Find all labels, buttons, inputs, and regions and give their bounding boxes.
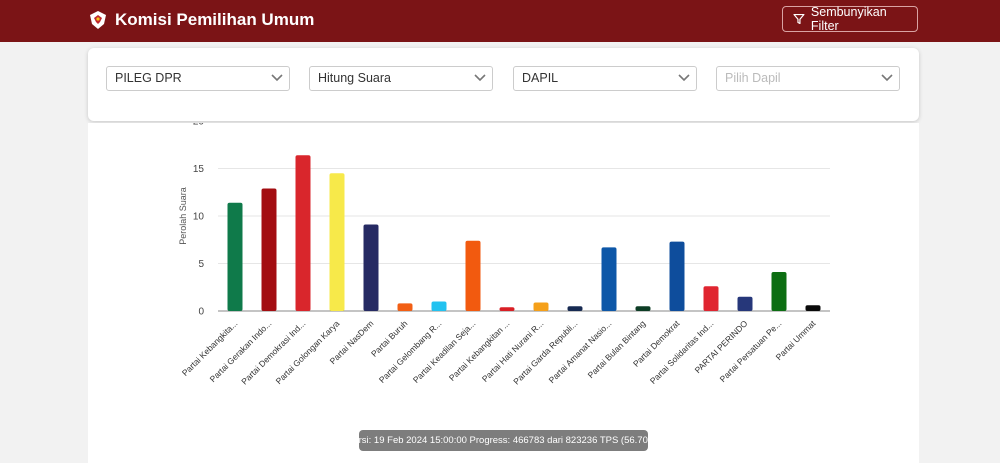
region-level-value: DAPIL [522, 71, 559, 85]
y-tick-label: 0 [198, 307, 204, 318]
bar-5 [363, 224, 379, 311]
bar-9 [499, 307, 515, 311]
x-tick-label: Partai Kebangkita... [180, 318, 240, 378]
hide-filter-button[interactable]: Sembunyikan Filter [782, 5, 918, 33]
bar-16 [737, 296, 753, 311]
hide-filter-label: Sembunyikan Filter [810, 5, 887, 33]
dapil-select[interactable]: Pilih Dapil [716, 66, 900, 91]
bar-11 [567, 306, 583, 311]
y-tick-label: 10 [193, 212, 205, 223]
x-tick-label: Partai Golongan Karya [274, 318, 342, 386]
x-tick-label: Partai Solidaritas Ind... [648, 318, 716, 386]
count-type-select[interactable]: Hitung Suara [309, 66, 493, 91]
chevron-down-icon [678, 74, 690, 82]
bar-10 [533, 302, 549, 311]
kpu-logo-icon [90, 11, 106, 29]
bar-7 [431, 301, 447, 311]
chevron-down-icon [271, 74, 283, 82]
y-tick-label: 20 [193, 123, 205, 128]
election-type-select[interactable]: PILEG DPR [106, 66, 290, 91]
x-tick-label: Partai Hati Nurani R... [480, 318, 546, 384]
bar-15 [703, 286, 719, 311]
x-tick-label: Partai Gelombang R... [377, 318, 444, 385]
bar-6 [397, 303, 413, 311]
filter-card: PILEG DPR Hitung Suara DAPIL Pilih Dapil [88, 48, 919, 121]
y-axis-label: Perolah Suara [178, 187, 188, 245]
y-tick-label: 5 [198, 259, 204, 270]
chart-panel: 0 5 10 15 20 Perolah Suara Partai Kebangkita..… [88, 123, 919, 463]
bar-14 [669, 241, 685, 311]
chevron-down-icon [474, 74, 486, 82]
x-tick-label: Partai Gerakan Indo... [208, 318, 274, 384]
chevron-down-icon [881, 74, 893, 82]
bar-8 [465, 240, 481, 311]
region-level-select[interactable]: DAPIL [513, 66, 697, 91]
bar-18 [805, 305, 821, 311]
version-progress-badge: Versi: 19 Feb 2024 15:00:00 Progress: 46… [348, 430, 659, 451]
bar-13 [635, 306, 651, 311]
x-tick-label: Partai Bulan Bintang [586, 318, 648, 380]
x-tick-label: Partai Keadilan Seja... [411, 318, 478, 385]
dapil-placeholder: Pilih Dapil [725, 71, 781, 85]
x-tick-label: Partai Garda Republi... [511, 318, 579, 386]
y-tick-label: 15 [193, 164, 205, 175]
bar-2 [261, 188, 277, 311]
bar-1 [227, 202, 243, 311]
top-header-bar: Komisi Pemilihan Umum Sembunyikan Filter [0, 0, 1000, 42]
x-tick-label: Partai Persatuan Pe... [718, 318, 784, 384]
x-tick-label: Partai Kebangkitan ... [447, 318, 512, 383]
vote-bar-chart: 0 5 10 15 20 Perolah Suara Partai Kebangkita..… [178, 123, 830, 387]
x-tick-label: Partai Amanat Nasio... [547, 318, 614, 385]
filter-icon [793, 13, 805, 25]
count-type-value: Hitung Suara [318, 71, 391, 85]
bar-3 [295, 155, 311, 311]
bar-12 [601, 247, 617, 311]
election-type-value: PILEG DPR [115, 71, 182, 85]
x-tick-label: Partai Demokrasi Ind... [239, 318, 307, 386]
bar-17 [771, 272, 787, 311]
app-title: Komisi Pemilihan Umum [115, 10, 315, 29]
bar-4 [329, 173, 345, 311]
